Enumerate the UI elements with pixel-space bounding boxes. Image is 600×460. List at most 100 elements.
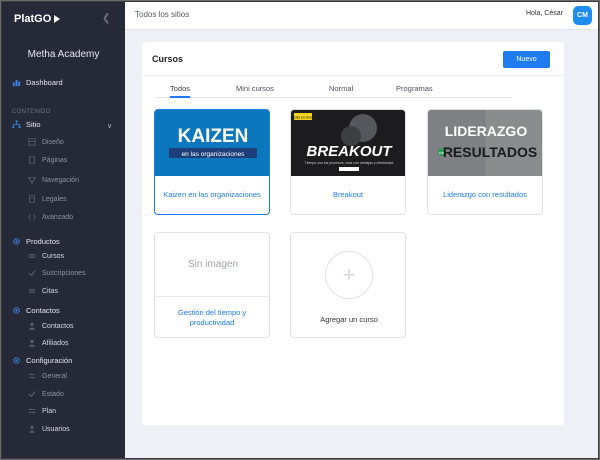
tab-bar: Todos Mini cursos Normal Programas <box>156 82 512 98</box>
thumbnail-subtitle: en las organizaciones <box>182 151 246 158</box>
tab-todos[interactable]: Todos <box>170 84 191 98</box>
sidebar-item-general[interactable]: General <box>28 372 67 380</box>
course-card-liderazgo[interactable]: LIDERAZGO con RESULTADOS Liderazgo con r… <box>427 109 543 215</box>
sidebar-item-navegacion[interactable]: Navegación <box>28 176 79 184</box>
course-card-kaizen[interactable]: KAIZEN en las organizaciones Kaizen en l… <box>154 109 270 215</box>
sidebar-item-label: Sitio <box>26 120 41 129</box>
sidebar-item-dashboard[interactable]: Dashboard <box>12 78 63 87</box>
sidebar-item-productos[interactable]: Productos <box>12 237 60 246</box>
sidebar-item-label: Navegación <box>42 176 79 184</box>
gear-icon <box>13 307 20 314</box>
thumbnail-subtitle: RESULTADOS <box>443 144 537 160</box>
tab-mini-cursos[interactable]: Mini cursos <box>236 84 274 93</box>
course-thumbnail: LIDERAZGO con RESULTADOS <box>428 110 542 176</box>
breadcrumb[interactable]: Todos los sitios <box>135 10 189 19</box>
section-label: CONTENIDO <box>12 109 51 115</box>
tab-normal[interactable]: Normal <box>329 84 353 93</box>
new-course-button[interactable]: Nuevo <box>503 51 550 68</box>
bar-chart-icon <box>12 79 21 87</box>
sidebar-item-paginas[interactable]: Páginas <box>28 156 67 164</box>
sidebar-item-label: Cursos <box>42 252 65 260</box>
course-name[interactable]: Kaizen en las organizaciones <box>159 176 265 214</box>
live-badge: Está en vivo! <box>293 116 313 120</box>
app-window: PlatGO ❮ Metha Academy Dashboard CONTENI… <box>1 1 599 459</box>
sidebar-item-diseno[interactable]: Diseño <box>28 138 64 146</box>
user-icon <box>29 322 35 330</box>
sidebar-item-label: Plan <box>42 407 57 415</box>
sidebar-item-label: Contactos <box>42 322 74 330</box>
sidebar-item-label: Dashboard <box>26 78 63 87</box>
sidebar-item-contactos-sub[interactable]: Contactos <box>28 322 74 330</box>
layout-icon <box>28 138 36 146</box>
course-name[interactable]: Gestión del tiempo y productividad <box>159 299 265 337</box>
collapse-sidebar-icon[interactable]: ❮ <box>102 13 110 24</box>
sidebar-item-sitio[interactable]: Sitio <box>12 120 41 129</box>
chevron-down-icon[interactable]: ∨ <box>107 122 112 130</box>
user-icon <box>29 339 35 347</box>
add-course-card[interactable]: + Agregar un curso <box>290 232 406 338</box>
sidebar-item-label: Legales <box>42 195 67 203</box>
thumbnail-title: LIDERAZGO <box>445 123 528 139</box>
sidebar-item-label: General <box>42 372 67 380</box>
avatar[interactable]: CM <box>573 6 592 25</box>
sidebar-item-afiliados[interactable]: Afiliados <box>28 339 68 347</box>
sidebar-item-label: Citas <box>42 287 58 295</box>
sidebar: PlatGO ❮ Metha Academy Dashboard CONTENI… <box>2 2 125 458</box>
sidebar-item-estado[interactable]: Estado <box>28 390 64 398</box>
no-image-placeholder: Sin imagen <box>155 233 269 297</box>
code-icon <box>28 214 36 220</box>
plus-icon: + <box>325 251 373 299</box>
play-icon <box>54 15 61 23</box>
platgo-logo[interactable]: PlatGO <box>14 13 61 25</box>
logo-text: PlatGO <box>14 13 52 25</box>
user-greeting: Hola, César <box>526 10 563 17</box>
sidebar-item-cursos[interactable]: Cursos <box>28 252 64 260</box>
sidebar-item-label: Suscripciones <box>42 269 86 277</box>
sidebar-item-label: Configuración <box>26 356 73 365</box>
course-thumbnail: Está en vivo! BREAKOUT Tiempo con los pr… <box>291 110 405 176</box>
sidebar-item-suscripciones[interactable]: Suscripciones <box>28 269 86 277</box>
check-icon <box>28 391 36 398</box>
sidebar-item-label: Estado <box>42 390 64 398</box>
plan-icon <box>28 408 36 414</box>
courses-panel: Cursos Nuevo Todos Mini cursos Normal Pr… <box>142 42 564 425</box>
sidebar-item-label: Avanzado <box>42 213 74 221</box>
sidebar-item-label: Páginas <box>42 156 68 164</box>
add-course-label: Agregar un curso <box>320 315 378 324</box>
sidebar-item-label: Diseño <box>42 138 64 146</box>
sidebar-item-usuarios[interactable]: Usuarios <box>28 425 70 433</box>
sidebar-item-label: Afiliados <box>42 339 69 347</box>
courses-icon <box>28 254 36 258</box>
course-card-breakout[interactable]: Está en vivo! BREAKOUT Tiempo con los pr… <box>290 109 406 215</box>
gear-icon <box>13 238 20 245</box>
course-thumbnail: KAIZEN en las organizaciones <box>155 110 269 176</box>
sliders-icon <box>28 373 36 379</box>
top-bar: Todos los sitios Hola, César CM <box>125 2 598 30</box>
course-name[interactable]: Liderazgo con resultados <box>432 176 538 214</box>
course-name[interactable]: Breakout <box>295 176 401 214</box>
gear-icon <box>13 357 20 364</box>
sidebar-item-label: Productos <box>26 237 60 246</box>
navigation-icon <box>28 177 36 184</box>
user-icon <box>29 425 35 433</box>
tab-programas[interactable]: Programas <box>396 84 433 93</box>
sidebar-item-citas[interactable]: Citas <box>28 287 58 295</box>
sidebar-item-label: Usuarios <box>42 425 70 433</box>
document-icon <box>29 195 35 203</box>
thumbnail-tagline: Tiempo con los procesos, crea con ventaj… <box>305 161 394 165</box>
sidebar-item-configuracion[interactable]: Configuración <box>12 356 72 365</box>
sitemap-icon <box>12 120 21 129</box>
page-icon <box>29 156 35 164</box>
sidebar-item-avanzado[interactable]: Avanzado <box>28 213 73 221</box>
page-title: Cursos <box>152 54 184 64</box>
check-icon <box>28 270 36 277</box>
academy-name: Metha Academy <box>27 49 100 60</box>
sidebar-item-label: Contactos <box>26 306 60 315</box>
course-card-gestion[interactable]: Sin imagen Gestión del tiempo y producti… <box>154 232 270 338</box>
sidebar-item-contactos[interactable]: Contactos <box>12 306 60 315</box>
calendar-icon <box>28 289 36 293</box>
sidebar-item-legales[interactable]: Legales <box>28 195 67 203</box>
divider <box>142 75 564 76</box>
sidebar-item-plan[interactable]: Plan <box>28 407 56 415</box>
thumbnail-title: BREAKOUT <box>307 143 394 160</box>
